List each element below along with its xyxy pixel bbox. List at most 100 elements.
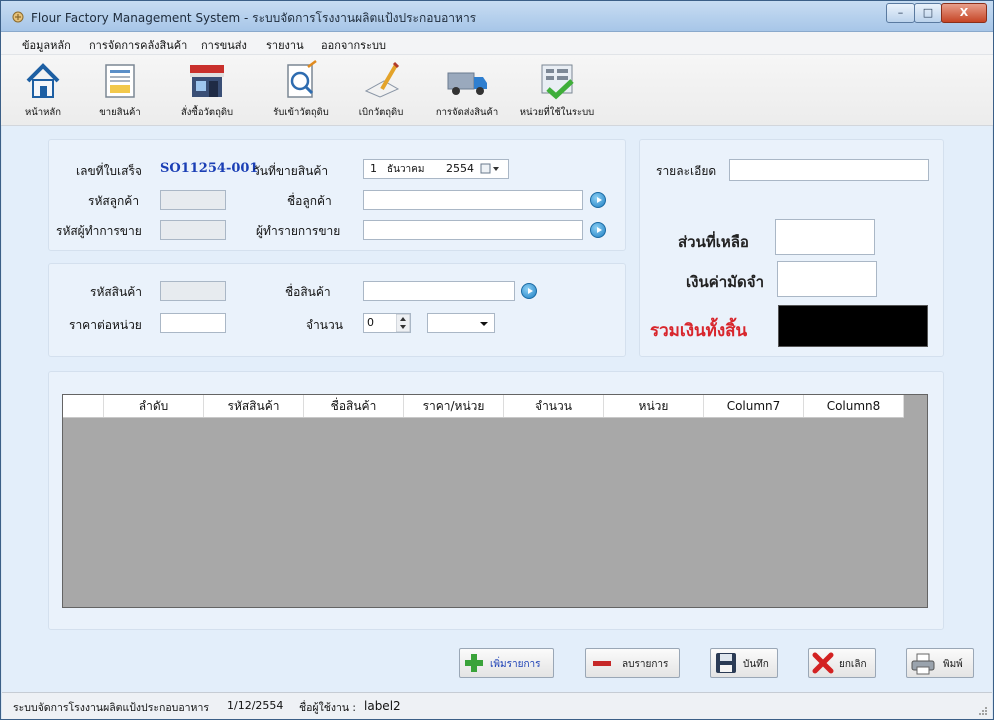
toolbar-sell-label: ขายสินค้า <box>99 107 141 118</box>
store-icon <box>190 65 224 97</box>
deposit-label: เงินค่ามัดจำ <box>686 273 765 291</box>
unit-price-field[interactable] <box>160 313 226 333</box>
remaining-field[interactable] <box>775 219 875 255</box>
toolbar: หน้าหลัก ขายสินค้า สั่งซื้อวัตถุดิบ รับเ… <box>1 55 993 126</box>
toolbar-units[interactable]: หน่วยที่ใช้ในระบบ <box>511 59 603 120</box>
product-panel: รหัสสินค้า ชื่อสินค้า ราคาต่อหน่วย จำนวน… <box>48 263 626 357</box>
toolbar-purchase[interactable]: สั่งซื้อวัตถุดิบ <box>175 59 239 120</box>
add-item-button[interactable]: เพิ่มรายการ <box>459 648 554 678</box>
minus-icon <box>593 661 611 666</box>
toolbar-home[interactable]: หน้าหลัก <box>19 59 67 120</box>
grid-col-product-name[interactable]: ชื่อสินค้า <box>304 395 404 417</box>
remove-item-label: ลบรายการ <box>622 659 669 670</box>
total-label: รวมเงินทั้งสิ้น <box>650 321 748 341</box>
toolbar-units-label: หน่วยที่ใช้ในระบบ <box>519 107 595 118</box>
grid-header: ลำดับ รหัสสินค้า ชื่อสินค้า ราคา/หน่วย จ… <box>63 395 904 418</box>
minimize-button[interactable]: – <box>886 3 915 23</box>
toolbar-home-label: หน้าหลัก <box>25 107 61 118</box>
remove-item-button[interactable]: ลบรายการ <box>585 648 680 678</box>
quantity-stepper[interactable]: 0 <box>363 313 411 333</box>
sale-date-month: ธันวาคม <box>387 164 425 175</box>
sale-date-picker[interactable]: 1 ธันวาคม 2554 <box>363 159 509 179</box>
total-display <box>778 305 928 347</box>
menu-bar: ข้อมูลหลัก การจัดการคลังสินค้า การขนส่ง … <box>1 32 993 55</box>
customer-id-field[interactable] <box>160 190 226 210</box>
grid-col-order[interactable]: ลำดับ <box>104 395 204 417</box>
customer-lookup-button[interactable] <box>590 192 606 208</box>
grid-col-quantity[interactable]: จำนวน <box>504 395 604 417</box>
status-system-name: ระบบจัดการโรงงานผลิตแป้งประกอบอาหาร <box>13 702 209 714</box>
menu-report[interactable]: รายงาน <box>266 36 304 54</box>
customer-name-field[interactable] <box>363 190 583 210</box>
home-icon <box>26 63 60 98</box>
items-grid[interactable]: ลำดับ รหัสสินค้า ชื่อสินค้า ราคา/หน่วย จ… <box>62 394 928 608</box>
save-label: บันทึก <box>743 659 769 670</box>
print-label: พิมพ์ <box>943 659 963 670</box>
grid-col-unit[interactable]: หน่วย <box>604 395 704 417</box>
toolbar-withdraw[interactable]: เบิกวัตถุดิบ <box>355 59 407 120</box>
sell-icon <box>105 64 135 98</box>
status-user-value: label2 <box>364 699 401 713</box>
print-button[interactable]: พิมพ์ <box>906 648 974 678</box>
toolbar-shipping[interactable]: การจัดส่งสินค้า <box>431 59 503 120</box>
seller-name-field[interactable] <box>363 220 583 240</box>
customer-name-label: ชื่อลูกค้า <box>287 194 332 208</box>
close-button[interactable]: X <box>941 3 987 23</box>
calendar-dropdown-icon[interactable] <box>480 163 502 175</box>
receive-icon <box>287 60 317 98</box>
quantity-label: จำนวน <box>306 318 343 332</box>
grid-row-header-corner <box>63 395 104 417</box>
toolbar-receive-label: รับเข้าวัตถุดิบ <box>273 107 329 118</box>
status-date: 1/12/2554 <box>227 699 284 712</box>
customer-id-label: รหัสลูกค้า <box>88 194 140 208</box>
product-name-field[interactable] <box>363 281 515 301</box>
app-window: Flour Factory Management System - ระบบจั… <box>0 0 994 720</box>
toolbar-sell[interactable]: ขายสินค้า <box>95 59 145 120</box>
menu-master-data[interactable]: ข้อมูลหลัก <box>22 36 71 54</box>
title-bar[interactable]: Flour Factory Management System - ระบบจั… <box>1 1 993 32</box>
menu-shipping[interactable]: การขนส่ง <box>201 36 247 54</box>
unit-dropdown[interactable] <box>427 313 495 333</box>
red-x-icon <box>812 652 834 674</box>
stepper-arrows-icon[interactable] <box>396 314 410 332</box>
withdraw-icon <box>364 61 400 98</box>
toolbar-withdraw-label: เบิกวัตถุดิบ <box>358 107 404 118</box>
receipt-number: SO11254-001 <box>160 161 259 176</box>
main-area: เลขที่ใบเสร็จ SO11254-001 วันที่ขายสินค้… <box>2 126 992 692</box>
product-lookup-button[interactable] <box>521 283 537 299</box>
product-code-label: รหัสสินค้า <box>90 285 142 299</box>
printer-icon <box>911 653 935 675</box>
receipt-label: เลขที่ใบเสร็จ <box>76 164 142 178</box>
grid-col-unit-price[interactable]: ราคา/หน่วย <box>404 395 504 417</box>
grid-col-product-code[interactable]: รหัสสินค้า <box>204 395 304 417</box>
cancel-button[interactable]: ยกเลิก <box>808 648 876 678</box>
toolbar-shipping-label: การจัดส่งสินค้า <box>435 107 499 118</box>
toolbar-purchase-label: สั่งซื้อวัตถุดิบ <box>180 107 234 118</box>
chevron-down-icon <box>480 322 488 326</box>
floppy-disk-icon <box>716 653 736 673</box>
seller-name-label: ผู้ทำรายการขาย <box>256 224 341 238</box>
add-item-label: เพิ่มรายการ <box>490 659 541 670</box>
deposit-field[interactable] <box>777 261 877 297</box>
seller-id-label: รหัสผู้ทำการขาย <box>56 224 142 238</box>
menu-warehouse[interactable]: การจัดการคลังสินค้า <box>89 36 187 54</box>
status-user-label: ชื่อผู้ใช้งาน : <box>299 702 356 714</box>
units-icon <box>541 64 574 100</box>
resize-grip-icon[interactable] <box>978 706 988 716</box>
details-field[interactable] <box>729 159 929 181</box>
grid-col-column7[interactable]: Column7 <box>704 395 804 417</box>
app-icon <box>12 11 24 23</box>
remaining-label: ส่วนที่เหลือ <box>678 233 749 251</box>
menu-logout[interactable]: ออกจากระบบ <box>321 36 386 54</box>
grid-col-column8[interactable]: Column8 <box>804 395 904 417</box>
details-label: รายละเอียด <box>656 164 717 178</box>
sale-date-day: 1 <box>370 162 377 175</box>
save-button[interactable]: บันทึก <box>710 648 778 678</box>
product-code-field[interactable] <box>160 281 226 301</box>
seller-lookup-button[interactable] <box>590 222 606 238</box>
sale-date-year: 2554 <box>446 162 474 175</box>
unit-price-label: ราคาต่อหน่วย <box>69 318 142 332</box>
toolbar-receive[interactable]: รับเข้าวัตถุดิบ <box>267 59 335 120</box>
seller-id-field[interactable] <box>160 220 226 240</box>
maximize-button[interactable]: □ <box>914 3 942 23</box>
